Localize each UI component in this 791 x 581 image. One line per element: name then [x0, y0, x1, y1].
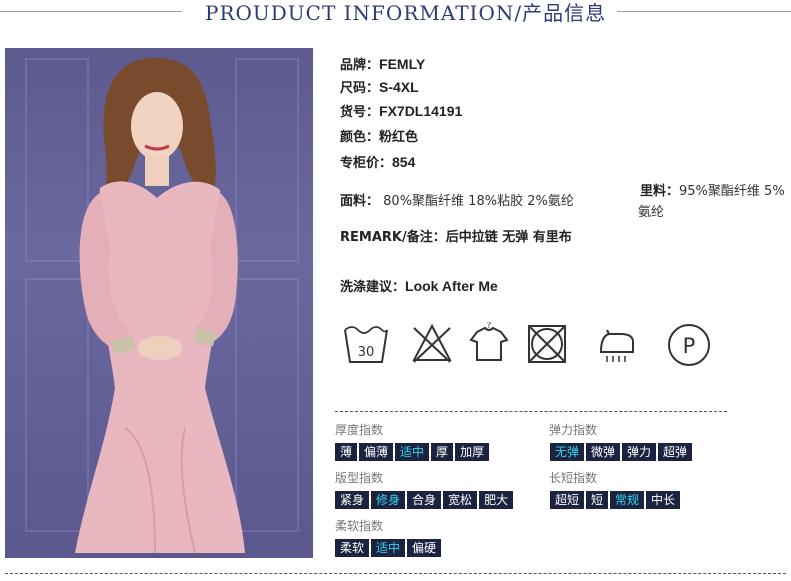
- lining-value-line1: 95%聚酯纤维 5%: [679, 184, 785, 199]
- wash-temp-text: 30: [358, 345, 375, 360]
- length-chips: 超短短常规 中长: [550, 491, 681, 509]
- info-lining: 里料：95%聚酯纤维 5%: [640, 180, 785, 199]
- info-color: 颜色：粉红色: [340, 126, 418, 145]
- thickness-title: 厚度指数: [335, 423, 384, 437]
- elasticity-title: 弹力指数: [549, 423, 598, 437]
- length-option-2: 常规: [610, 491, 645, 509]
- wash-30-icon: 30: [344, 326, 388, 363]
- header-rule-left: [0, 11, 182, 12]
- sku-value: FX7DL14191: [379, 103, 463, 119]
- sku-label: 货号：: [340, 105, 380, 120]
- info-size: 尺码：S-4XL: [340, 77, 419, 96]
- info-sku: 货号：FX7DL14191: [340, 101, 462, 120]
- professional-clean-p-icon: P: [668, 324, 710, 366]
- no-dryclean-icon: [528, 325, 566, 363]
- brand-value: FEMLY: [379, 56, 426, 72]
- color-value: 粉红色: [379, 130, 419, 145]
- iron-steam-icon: [599, 329, 634, 362]
- remark-value: 后中拉链 无弹 有里布: [445, 230, 572, 245]
- thickness-option-0: 薄: [335, 443, 358, 461]
- wash-label: 洗涤建议：: [340, 280, 406, 295]
- info-fabric: 面料： 80%聚酯纤维 18%粘胶 2%氨纶: [340, 190, 574, 209]
- remark-label: REMARK/备注：: [340, 230, 446, 245]
- fit-option-0: 紧身: [335, 491, 370, 509]
- info-wash: 洗涤建议：Look After Me: [340, 276, 498, 295]
- lining-label: 里料：: [640, 184, 680, 199]
- product-photo: [5, 48, 313, 558]
- fit-option-3: 宽松: [443, 491, 478, 509]
- fit-option-1: 修身: [371, 491, 406, 509]
- elasticity-option-3: 超弹: [658, 443, 693, 461]
- p-letter-text: P: [683, 334, 696, 358]
- fabric-label: 面料：: [340, 194, 380, 209]
- lining-value-line2: 氨纶: [638, 205, 665, 220]
- divider-indices-top: [335, 411, 727, 412]
- elasticity-chips: 无弹 微弹 弹力 超弹: [550, 443, 693, 461]
- color-label: 颜色：: [340, 130, 380, 145]
- fit-title: 版型指数: [335, 471, 384, 485]
- svg-text:?: ?: [487, 322, 492, 331]
- length-option-3: 中长: [646, 491, 681, 509]
- fit-option-2: 合身: [407, 491, 442, 509]
- wash-value: Look After Me: [405, 278, 498, 294]
- care-icons-row: 30 ? P: [340, 322, 720, 372]
- divider-bottom: [5, 573, 786, 574]
- thickness-chips: 薄偏薄 适中厚加厚: [335, 443, 490, 461]
- thickness-option-4: 加厚: [455, 443, 490, 461]
- info-price: 专柜价：854: [340, 152, 415, 171]
- price-label: 专柜价：: [340, 156, 393, 171]
- elasticity-option-1: 微弹: [586, 443, 621, 461]
- size-value: S-4XL: [379, 79, 419, 95]
- softness-title: 柔软指数: [335, 519, 384, 533]
- fit-option-4: 肥大: [479, 491, 514, 509]
- no-bleach-icon: [412, 323, 452, 363]
- length-option-0: 超短: [550, 491, 585, 509]
- fit-chips: 紧身 修身 合身 宽松 肥大: [335, 491, 514, 509]
- price-value: 854: [392, 154, 416, 170]
- info-lining-cont: 氨纶: [638, 201, 664, 220]
- info-brand: 品牌：FEMLY: [340, 54, 425, 73]
- length-option-1: 短: [586, 491, 609, 509]
- softness-option-1: 适中: [371, 539, 406, 557]
- no-tumble-icon: ?: [469, 322, 509, 361]
- thickness-option-1: 偏薄: [359, 443, 394, 461]
- size-label: 尺码：: [340, 81, 380, 96]
- elasticity-option-0: 无弹: [550, 443, 585, 461]
- softness-option-0: 柔软: [335, 539, 370, 557]
- section-title: PROUDUCT INFORMATION/产品信息: [205, 1, 607, 25]
- info-remark: REMARK/备注：后中拉链 无弹 有里布: [340, 226, 572, 245]
- brand-label: 品牌：: [340, 58, 380, 73]
- header-rule-right: [617, 11, 791, 12]
- elasticity-option-2: 弹力: [622, 443, 657, 461]
- thickness-option-3: 厚: [431, 443, 454, 461]
- fabric-value: 80%聚酯纤维 18%粘胶 2%氨纶: [383, 194, 574, 209]
- softness-chips: 柔软 适中 偏硬: [335, 539, 442, 557]
- model-figure-illustration: [75, 58, 245, 554]
- softness-option-2: 偏硬: [407, 539, 442, 557]
- length-title: 长短指数: [549, 471, 598, 485]
- thickness-option-2: 适中: [395, 443, 430, 461]
